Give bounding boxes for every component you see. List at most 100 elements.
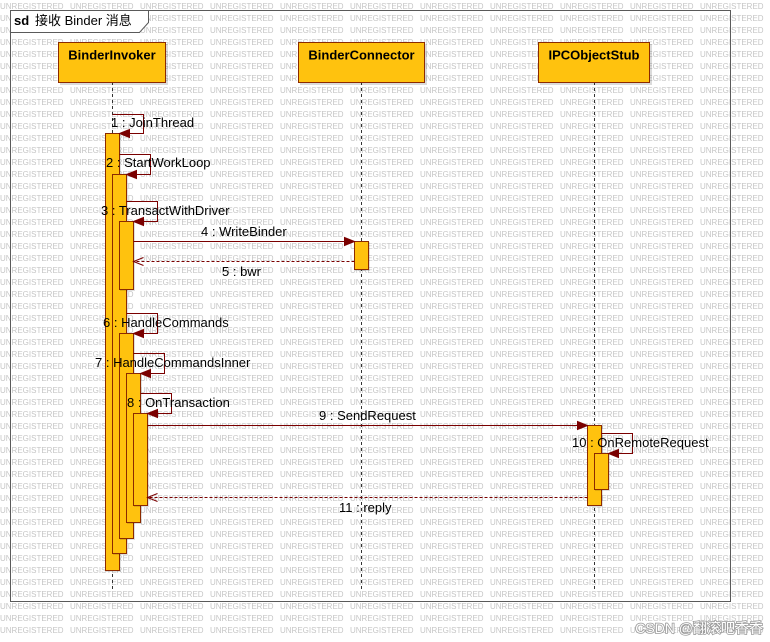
watermark-text: UNREGISTERED (350, 302, 414, 311)
watermark-text: UNREGISTERED (0, 410, 64, 419)
watermark-text: UNREGISTERED (350, 26, 414, 35)
watermark-text: UNREGISTERED (0, 314, 64, 323)
watermark-text: UNREGISTERED (420, 338, 484, 347)
watermark-text: UNREGISTERED (210, 494, 274, 503)
watermark-text: UNREGISTERED (140, 338, 204, 347)
watermark-text: UNREGISTERED (350, 134, 414, 143)
watermark-text: UNREGISTERED (0, 458, 64, 467)
watermark-text: UNREGISTERED (560, 602, 624, 611)
watermark-text: UNREGISTERED (350, 350, 414, 359)
watermark-text: UNREGISTERED (700, 398, 764, 407)
watermark-text: UNREGISTERED (490, 326, 554, 335)
watermark-text: UNREGISTERED (0, 626, 64, 635)
watermark-text: UNREGISTERED (560, 314, 624, 323)
watermark-text: UNREGISTERED (700, 110, 764, 119)
watermark-text: UNREGISTERED (210, 74, 274, 83)
watermark-text: UNREGISTERED (630, 386, 694, 395)
watermark-text: UNREGISTERED (700, 314, 764, 323)
watermark-text: UNREGISTERED (140, 626, 204, 635)
watermark-text: UNREGISTERED (210, 14, 274, 23)
watermark-text: UNREGISTERED (350, 290, 414, 299)
watermark-text: UNREGISTERED (630, 422, 694, 431)
watermark-text: UNREGISTERED (490, 110, 554, 119)
watermark-text: UNREGISTERED (420, 158, 484, 167)
watermark-text: UNREGISTERED (0, 518, 64, 527)
watermark-text: UNREGISTERED (140, 506, 204, 515)
watermark-text: UNREGISTERED (560, 518, 624, 527)
watermark-text: UNREGISTERED (210, 242, 274, 251)
message-label: 4 : WriteBinder (201, 224, 287, 239)
watermark-text: UNREGISTERED (350, 326, 414, 335)
watermark-text: UNREGISTERED (210, 62, 274, 71)
watermark-text: UNREGISTERED (280, 374, 344, 383)
activation-transact-with-driver (119, 221, 134, 290)
watermark-text: UNREGISTERED (630, 290, 694, 299)
watermark-text: UNREGISTERED (420, 206, 484, 215)
message-label: 11 : reply (339, 500, 392, 515)
watermark-text: UNREGISTERED (0, 542, 64, 551)
watermark-text: UNREGISTERED (0, 470, 64, 479)
watermark-text: UNREGISTERED (0, 590, 64, 599)
frame-keyword: sd (14, 13, 29, 28)
watermark-text: UNREGISTERED (490, 266, 554, 275)
watermark-text: UNREGISTERED (350, 182, 414, 191)
watermark-text: UNREGISTERED (210, 530, 274, 539)
arrowhead (132, 216, 144, 227)
watermark-text: UNREGISTERED (210, 602, 274, 611)
watermark-text: UNREGISTERED (560, 230, 624, 239)
watermark-text: UNREGISTERED (700, 410, 764, 419)
watermark-text: UNREGISTERED (350, 218, 414, 227)
watermark-text: UNREGISTERED (420, 398, 484, 407)
watermark-text: UNREGISTERED (420, 482, 484, 491)
watermark-text: UNREGISTERED (700, 350, 764, 359)
watermark-text: UNREGISTERED (420, 446, 484, 455)
watermark-text: UNREGISTERED (560, 206, 624, 215)
watermark-text: UNREGISTERED (420, 434, 484, 443)
watermark-text: UNREGISTERED (490, 254, 554, 263)
watermark-text: UNREGISTERED (210, 278, 274, 287)
watermark-text: UNREGISTERED (210, 26, 274, 35)
watermark-text: UNREGISTERED (560, 194, 624, 203)
watermark-text: UNREGISTERED (630, 2, 694, 11)
watermark-text: UNREGISTERED (420, 290, 484, 299)
watermark-text: UNREGISTERED (0, 2, 64, 11)
watermark-text: UNREGISTERED (490, 218, 554, 227)
watermark-text: UNREGISTERED (490, 230, 554, 239)
lifeline-name: BinderInvoker (68, 48, 155, 63)
watermark-text: UNREGISTERED (280, 2, 344, 11)
watermark-text: UNREGISTERED (350, 518, 414, 527)
watermark-text: UNREGISTERED (210, 554, 274, 563)
watermark-text: UNREGISTERED (420, 422, 484, 431)
watermark-text: UNREGISTERED (490, 542, 554, 551)
watermark-text: UNREGISTERED (490, 470, 554, 479)
watermark-text: UNREGISTERED (490, 590, 554, 599)
watermark-text: UNREGISTERED (700, 434, 764, 443)
watermark-text: UNREGISTERED (420, 590, 484, 599)
watermark-text: UNREGISTERED (70, 98, 134, 107)
frame-name: 接收 Binder 消息 (35, 13, 132, 28)
watermark-text: UNREGISTERED (210, 38, 274, 47)
watermark-text: UNREGISTERED (350, 98, 414, 107)
watermark-text: UNREGISTERED (350, 470, 414, 479)
watermark-text: UNREGISTERED (420, 230, 484, 239)
watermark-text: UNREGISTERED (630, 326, 694, 335)
watermark-text: UNREGISTERED (350, 602, 414, 611)
watermark-text: UNREGISTERED (490, 626, 554, 635)
watermark-text: UNREGISTERED (280, 482, 344, 491)
watermark-text: UNREGISTERED (630, 338, 694, 347)
watermark-text: UNREGISTERED (700, 98, 764, 107)
watermark-text: UNREGISTERED (630, 146, 694, 155)
message-label: 10 : OnRemoteRequest (572, 435, 709, 450)
watermark-text: UNREGISTERED (210, 458, 274, 467)
watermark-text: UNREGISTERED (210, 338, 274, 347)
watermark-text: UNREGISTERED (280, 242, 344, 251)
watermark-text: UNREGISTERED (630, 506, 694, 515)
watermark-text: UNREGISTERED (700, 326, 764, 335)
watermark-text: UNREGISTERED (280, 350, 344, 359)
watermark-text: UNREGISTERED (700, 602, 764, 611)
watermark-text: UNREGISTERED (700, 218, 764, 227)
watermark-text: UNREGISTERED (490, 458, 554, 467)
watermark-text: UNREGISTERED (630, 482, 694, 491)
watermark-text: UNREGISTERED (350, 458, 414, 467)
watermark-text: UNREGISTERED (560, 170, 624, 179)
